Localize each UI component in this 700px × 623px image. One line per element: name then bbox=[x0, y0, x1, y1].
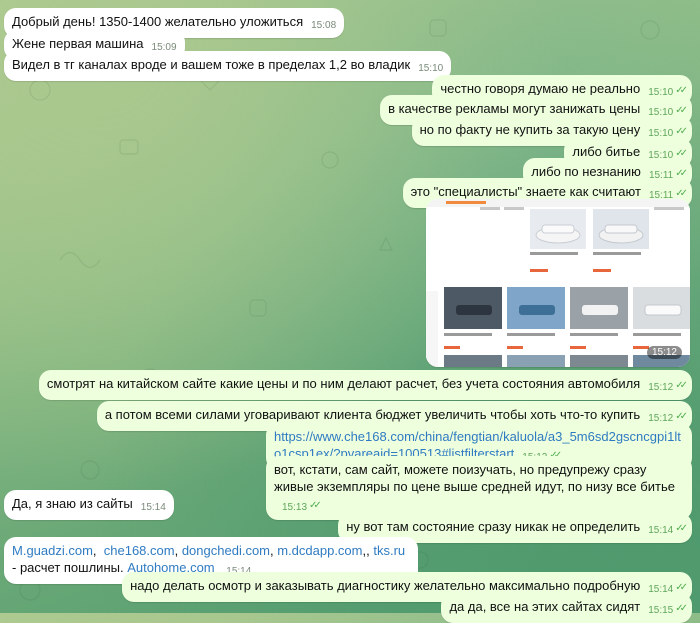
message-time: 15:15 bbox=[648, 605, 674, 616]
message-link[interactable]: M.guadzi.com bbox=[12, 543, 93, 558]
message-text: да да, все на этих сайтах сидят bbox=[449, 599, 641, 614]
double-check-icon: ✓✓ bbox=[675, 380, 688, 391]
message-time: 15:08 bbox=[311, 20, 337, 31]
message-time: 15:12 bbox=[646, 346, 682, 359]
message-text: но по факту не купить за такую цену bbox=[419, 122, 641, 137]
message-bubble-incoming[interactable]: Видел в тг каналах вроде и вашем тоже в … bbox=[4, 51, 452, 81]
message-link[interactable]: tks.ru bbox=[373, 543, 405, 558]
message-time: 15:14 bbox=[648, 525, 674, 536]
message-time: 15:13 bbox=[282, 502, 308, 513]
message-time: 15:10 bbox=[418, 63, 444, 74]
message-bubble-outgoing[interactable]: смотрят на китайском сайте какие цены и … bbox=[38, 370, 692, 400]
message-text: а потом всеми силами уговаривают клиента… bbox=[104, 407, 641, 422]
double-check-icon: ✓✓ bbox=[309, 500, 322, 511]
message-link[interactable]: m.dcdapp.com bbox=[277, 543, 362, 558]
double-check-icon: ✓✓ bbox=[675, 523, 688, 534]
message-time: 15:14 bbox=[140, 502, 166, 513]
message-bubble-outgoing[interactable]: вот, кстати, сам сайт, можете поизучать,… bbox=[266, 456, 692, 520]
message-text: Да, я знаю из сайты bbox=[12, 496, 133, 511]
photo-message[interactable]: 15:12 bbox=[426, 199, 690, 367]
message-text: - расчет пошлины. bbox=[12, 560, 124, 575]
message-bubble-incoming[interactable]: Да, я знаю из сайты 15:14 bbox=[4, 490, 174, 520]
message-text: Жене первая машина bbox=[12, 36, 144, 51]
message-link[interactable]: che168.com bbox=[104, 543, 175, 558]
message-text: либо по незнанию bbox=[531, 164, 641, 179]
double-check-icon: ✓✓ bbox=[675, 603, 688, 614]
message-text: надо делать осмотр и заказывать диагност… bbox=[130, 578, 641, 593]
message-text: Добрый день! 1350-1400 желательно уложит… bbox=[12, 14, 304, 29]
message-text: ну вот там состояние сразу никак не опре… bbox=[346, 519, 641, 534]
message-text: смотрят на китайском сайте какие цены и … bbox=[46, 376, 641, 391]
message-bubble-outgoing[interactable]: да да, все на этих сайтах сидят 15:15 ✓✓ bbox=[441, 593, 692, 623]
message-text: Видел в тг каналах вроде и вашем тоже в … bbox=[12, 57, 411, 72]
message-text: это "специалисты" знаете как считают bbox=[410, 184, 641, 199]
message-text: вот, кстати, сам сайт, можете поизучать,… bbox=[274, 462, 675, 494]
message-text: честно говоря думаю не реально bbox=[440, 81, 641, 96]
car-listing-screenshot bbox=[426, 199, 690, 367]
message-text: в качестве рекламы могут занижать цены bbox=[388, 101, 641, 116]
message-time: 15:12 bbox=[648, 382, 674, 393]
message-text: либо битье bbox=[572, 144, 641, 159]
message-link[interactable]: dongchedi.com bbox=[182, 543, 270, 558]
